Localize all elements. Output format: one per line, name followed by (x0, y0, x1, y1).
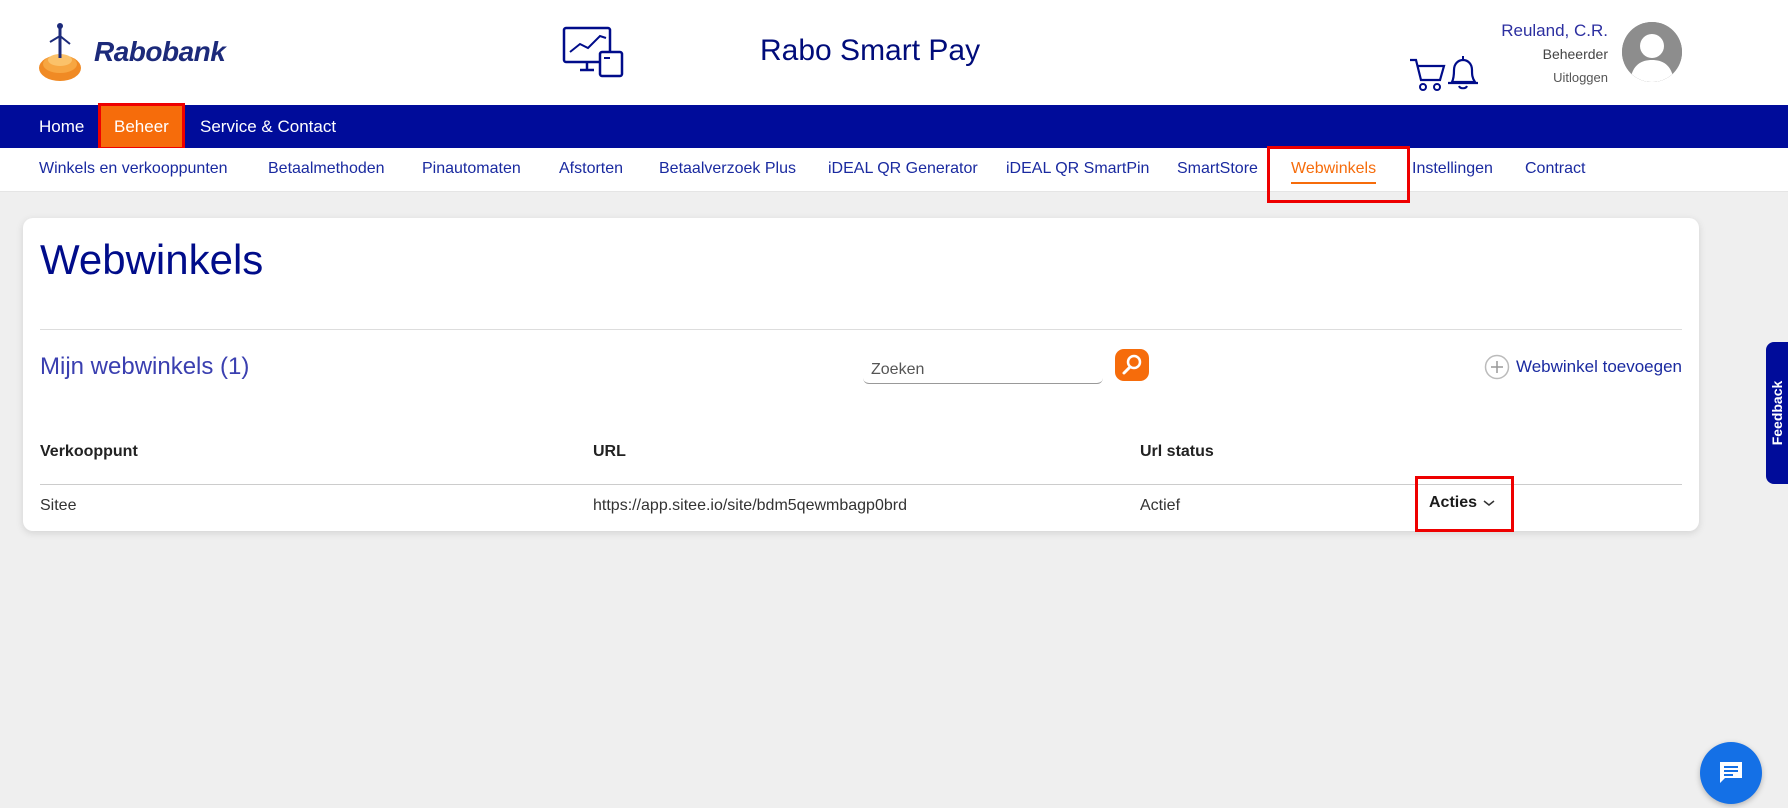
avatar[interactable] (1622, 22, 1682, 82)
subnav-winkels[interactable]: Winkels en verkooppunten (39, 148, 228, 192)
webwinkels-card: Webwinkels Mijn webwinkels (1) Webwinkel… (23, 218, 1699, 532)
subnav-ideal-qr-smartpin[interactable]: iDEAL QR SmartPin (1006, 148, 1149, 192)
subnav-webwinkels[interactable]: Webwinkels (1291, 148, 1377, 192)
rabobank-logo-icon (39, 23, 81, 81)
chat-icon (1720, 762, 1742, 783)
user-avatar-icon (1622, 22, 1682, 82)
chevron-down-icon (1484, 500, 1495, 506)
search-button[interactable] (1115, 349, 1149, 381)
user-name: Reuland, C.R. (1501, 21, 1608, 40)
subnav-afstorten[interactable]: Afstorten (559, 148, 623, 192)
nav-home[interactable]: Home (39, 105, 84, 148)
monitor-chart-icon (562, 26, 624, 78)
app-title: Rabo Smart Pay (760, 34, 981, 67)
cell-url: https://app.sitee.io/site/bdm5qewmbagp0b… (593, 497, 907, 514)
subnav-contract[interactable]: Contract (1525, 148, 1585, 192)
acties-dropdown[interactable]: Acties (1415, 476, 1514, 532)
subnav-pinautomaten[interactable]: Pinautomaten (422, 148, 521, 192)
divider (40, 329, 1682, 330)
feedback-tab[interactable]: Feedback (1766, 342, 1788, 484)
nav-beheer[interactable]: Beheer (98, 103, 185, 150)
column-url-status: Url status (1140, 443, 1214, 460)
subnav-instellingen[interactable]: Instellingen (1412, 148, 1493, 192)
search-field (863, 358, 1103, 384)
cart-icon[interactable] (1408, 56, 1446, 92)
logout-link[interactable]: Uitloggen (1501, 66, 1608, 90)
search-icon (1122, 354, 1142, 375)
brand-name: Rabobank (94, 36, 226, 67)
cell-verkooppunt: Sitee (40, 497, 77, 514)
page-title: Webwinkels (40, 236, 264, 283)
acties-label: Acties (1429, 494, 1478, 511)
user-role: Beheerder (1542, 46, 1608, 62)
subnav-ideal-qr-generator[interactable]: iDEAL QR Generator (828, 148, 978, 192)
subnav-betaalmethoden[interactable]: Betaalmethoden (268, 148, 385, 192)
plus-circle-icon (1484, 354, 1510, 380)
add-webwinkel-button[interactable]: Webwinkel toevoegen (1484, 354, 1682, 380)
rabobank-logo[interactable]: Rabobank (38, 20, 226, 84)
subnav-betaalverzoek-plus[interactable]: Betaalverzoek Plus (659, 148, 796, 192)
chat-button[interactable] (1700, 742, 1762, 804)
nav-service-contact[interactable]: Service & Contact (200, 105, 336, 148)
add-webwinkel-label: Webwinkel toevoegen (1515, 357, 1682, 376)
section-title: Mijn webwinkels (1) (40, 353, 250, 380)
cell-status: Actief (1140, 497, 1181, 514)
bell-icon[interactable] (1444, 54, 1482, 92)
user-info: Reuland, C.R. Beheerder Uitloggen (1501, 20, 1608, 90)
search-input[interactable] (863, 358, 1103, 382)
feedback-label: Feedback (1769, 380, 1785, 446)
main-navigation: Home Beheer Service & Contact (0, 103, 1788, 150)
column-url: URL (593, 443, 626, 460)
sub-navigation: Winkels en verkooppunten Betaalmethoden … (0, 148, 1788, 192)
column-verkooppunt: Verkooppunt (40, 443, 138, 460)
header: Rabobank Rabo Smart Pay Reuland, C.R. Be… (0, 0, 1788, 105)
subnav-smartstore[interactable]: SmartStore (1177, 148, 1258, 192)
